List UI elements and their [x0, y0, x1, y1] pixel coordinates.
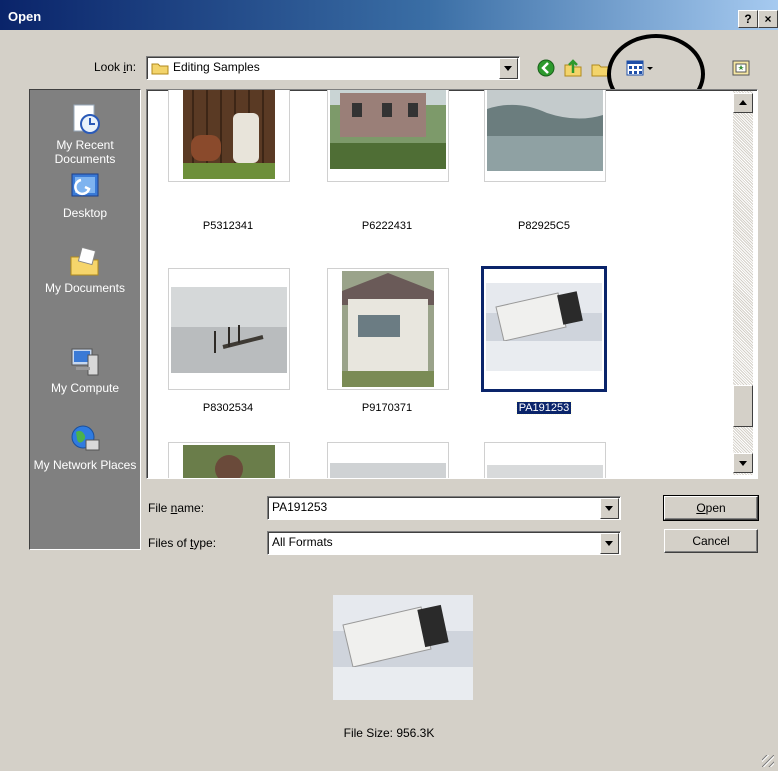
thumbnail-image: [486, 283, 602, 371]
file-name-label: P9170371: [361, 402, 413, 414]
place-label: My Compute: [50, 381, 120, 395]
preview-image: [333, 595, 473, 700]
file-size-text: File Size: 956.3K: [343, 726, 435, 740]
file-name-label: P82925C5: [518, 220, 570, 232]
file-thumbnail[interactable]: [327, 442, 449, 478]
places-bar: My Recent Documents Desktop My Documents: [29, 89, 141, 550]
place-label: My Documents: [44, 281, 126, 295]
open-dialog: Open ? × Look in: Editing Samples My Rec…: [0, 0, 778, 771]
look-in-label: Look in:: [94, 60, 137, 74]
file-name-label: File name:: [148, 501, 205, 515]
place-label: Desktop: [62, 206, 108, 220]
thumbnail-icon[interactable]: [730, 57, 752, 79]
my-computer-icon: [71, 348, 99, 376]
look-in-value: Editing Samples: [173, 60, 260, 74]
file-type-dropdown[interactable]: All Formats: [267, 531, 621, 555]
thumbnail-image: [487, 465, 603, 478]
file-name-label-selected: PA191253: [515, 401, 573, 415]
thumbnail-image: [171, 287, 287, 373]
up-folder-icon[interactable]: [562, 57, 584, 79]
recent-documents-icon: [73, 104, 100, 134]
file-thumbnail[interactable]: [168, 90, 290, 182]
folder-icon: [151, 63, 169, 75]
file-list-view[interactable]: P5312341 P6222431 P82925C5 P8302534 P917…: [146, 89, 758, 479]
thumbnail-image: [330, 463, 446, 478]
file-type-dropdown-button[interactable]: [600, 533, 619, 554]
my-documents-icon: [70, 246, 99, 276]
open-button[interactable]: Open: [663, 495, 759, 521]
file-name-dropdown-button[interactable]: [600, 498, 619, 519]
desktop-icon: [71, 173, 99, 197]
file-thumbnail[interactable]: [327, 268, 449, 390]
network-places-icon: [71, 425, 100, 451]
title-bar[interactable]: Open ? ×: [0, 0, 778, 30]
thumbnail-image: [487, 90, 603, 171]
file-thumbnail-selected[interactable]: [481, 266, 607, 392]
place-label: My Network Places: [33, 458, 137, 472]
file-name-input[interactable]: PA191253: [267, 496, 621, 520]
look-in-dropdown[interactable]: Editing Samples: [146, 56, 520, 80]
look-in-dropdown-button[interactable]: [499, 58, 518, 79]
thumbnail-image: [342, 271, 434, 387]
cancel-button[interactable]: Cancel: [664, 529, 758, 553]
thumbnail-image: [330, 90, 446, 169]
thumbnail-image: [183, 445, 275, 478]
file-thumbnail[interactable]: [327, 90, 449, 182]
close-button[interactable]: ×: [758, 10, 778, 28]
file-type-label: Files of type:: [148, 536, 217, 550]
place-my-documents[interactable]: My Documents: [30, 245, 140, 295]
scroll-down-button[interactable]: [733, 453, 753, 473]
help-button[interactable]: ?: [738, 10, 758, 28]
scroll-up-button[interactable]: [733, 93, 753, 113]
file-name-label: P5312341: [202, 220, 254, 232]
file-name-label: P8302534: [202, 402, 254, 414]
file-thumbnail[interactable]: [168, 268, 290, 390]
file-name-label: P6222431: [361, 220, 413, 232]
file-type-value: All Formats: [272, 535, 333, 549]
scroll-thumb[interactable]: [733, 385, 753, 427]
file-thumbnail[interactable]: [168, 442, 290, 478]
place-desktop[interactable]: Desktop: [30, 170, 140, 220]
window-title: Open: [8, 9, 42, 24]
file-thumbnail[interactable]: [484, 90, 606, 182]
place-my-computer[interactable]: My Compute: [30, 345, 140, 395]
thumbnail-image: [183, 90, 275, 179]
place-recent-documents[interactable]: My Recent Documents: [30, 102, 140, 166]
place-label: My Recent Documents: [54, 138, 116, 166]
place-network-places[interactable]: My Network Places: [30, 422, 140, 472]
file-name-value: PA191253: [272, 500, 328, 514]
back-icon[interactable]: [535, 57, 557, 79]
resize-grip[interactable]: [762, 755, 774, 767]
file-thumbnail[interactable]: [484, 442, 606, 478]
vertical-scrollbar[interactable]: [733, 91, 753, 475]
